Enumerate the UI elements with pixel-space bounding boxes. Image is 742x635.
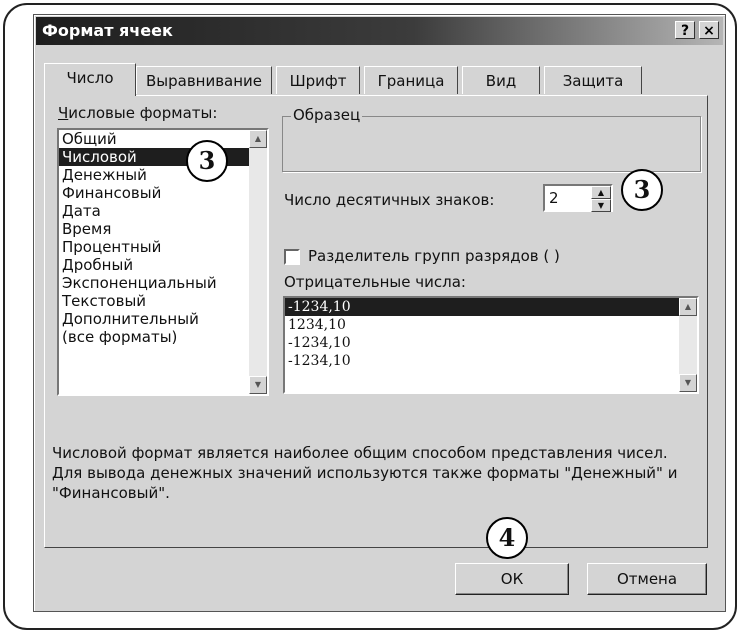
title-bar: Формат ячеек ? × (36, 17, 723, 45)
format-list-item[interactable]: Время (59, 220, 267, 238)
negatives-listbox[interactable]: -1234,10 1234,10 -1234,10 -1234,10 ▲ ▼ (283, 296, 699, 394)
sample-groupbox: Образец (282, 106, 701, 172)
separator-checkbox[interactable] (284, 249, 300, 265)
help-button[interactable]: ? (675, 21, 695, 39)
tab-bar: Число Выравнивание Шрифт Граница Вид Защ… (44, 63, 704, 96)
format-list-item[interactable]: Дробный (59, 256, 267, 274)
format-list-item[interactable]: Числовой (59, 148, 267, 166)
separator-label: Разделитель групп разрядов ( ) (308, 247, 560, 265)
spin-down-icon[interactable]: ▼ (591, 199, 611, 212)
ok-button[interactable]: ОК (455, 563, 569, 595)
negative-format-item[interactable]: -1234,10 (285, 298, 697, 316)
format-cells-dialog: Формат ячеек ? × Число Выравнивание Шриф… (33, 14, 726, 612)
negatives-scrollbar[interactable]: ▲ ▼ (679, 298, 697, 392)
format-list-item[interactable]: Общий (59, 130, 267, 148)
formats-listbox[interactable]: Общий Числовой Денежный Финансовый Дата Время… (57, 128, 269, 396)
format-list-item[interactable]: (все форматы) (59, 328, 267, 346)
scroll-down-icon[interactable]: ▼ (249, 376, 267, 394)
format-list-item[interactable]: Текстовый (59, 292, 267, 310)
negative-format-item[interactable]: -1234,10 (285, 352, 697, 370)
spin-up-icon[interactable]: ▲ (591, 186, 611, 199)
format-list-item[interactable]: Денежный (59, 166, 267, 184)
dialog-title: Формат ячеек (42, 21, 173, 40)
formats-scrollbar[interactable]: ▲ ▼ (249, 130, 267, 394)
decimals-value: 2 (549, 189, 559, 207)
negative-format-item[interactable]: 1234,10 (285, 316, 697, 334)
tab-number[interactable]: Число (44, 63, 136, 96)
format-list-item[interactable]: Экспоненциальный (59, 274, 267, 292)
scroll-down-icon[interactable]: ▼ (679, 374, 697, 392)
scroll-up-icon[interactable]: ▲ (679, 298, 697, 316)
negatives-label: Отрицательные числа: (284, 273, 466, 291)
decimals-label: Число десятичных знаков: (284, 191, 495, 209)
format-description: Числовой формат является наиболее общим … (52, 444, 678, 502)
tab-protection[interactable]: Защита (544, 66, 642, 94)
format-list-item[interactable]: Дополнительный (59, 310, 267, 328)
negative-format-item[interactable]: -1234,10 (285, 334, 697, 352)
format-list-item[interactable]: Финансовый (59, 184, 267, 202)
scroll-up-icon[interactable]: ▲ (249, 130, 267, 148)
format-list-item[interactable]: Процентный (59, 238, 267, 256)
tab-alignment[interactable]: Выравнивание (136, 66, 272, 94)
step-callout-decimals: 3 (621, 169, 663, 211)
close-button[interactable]: × (699, 21, 719, 39)
tab-view[interactable]: Вид (462, 66, 540, 94)
tab-border[interactable]: Граница (364, 66, 458, 94)
sample-label: Образец (291, 106, 363, 124)
format-list-item[interactable]: Дата (59, 202, 267, 220)
tab-font[interactable]: Шрифт (276, 66, 360, 94)
step-callout-ok: 4 (486, 517, 528, 559)
step-callout-formats: 3 (186, 140, 228, 182)
formats-label: Числовые форматы: (58, 104, 218, 122)
cancel-button[interactable]: Отмена (587, 563, 707, 595)
